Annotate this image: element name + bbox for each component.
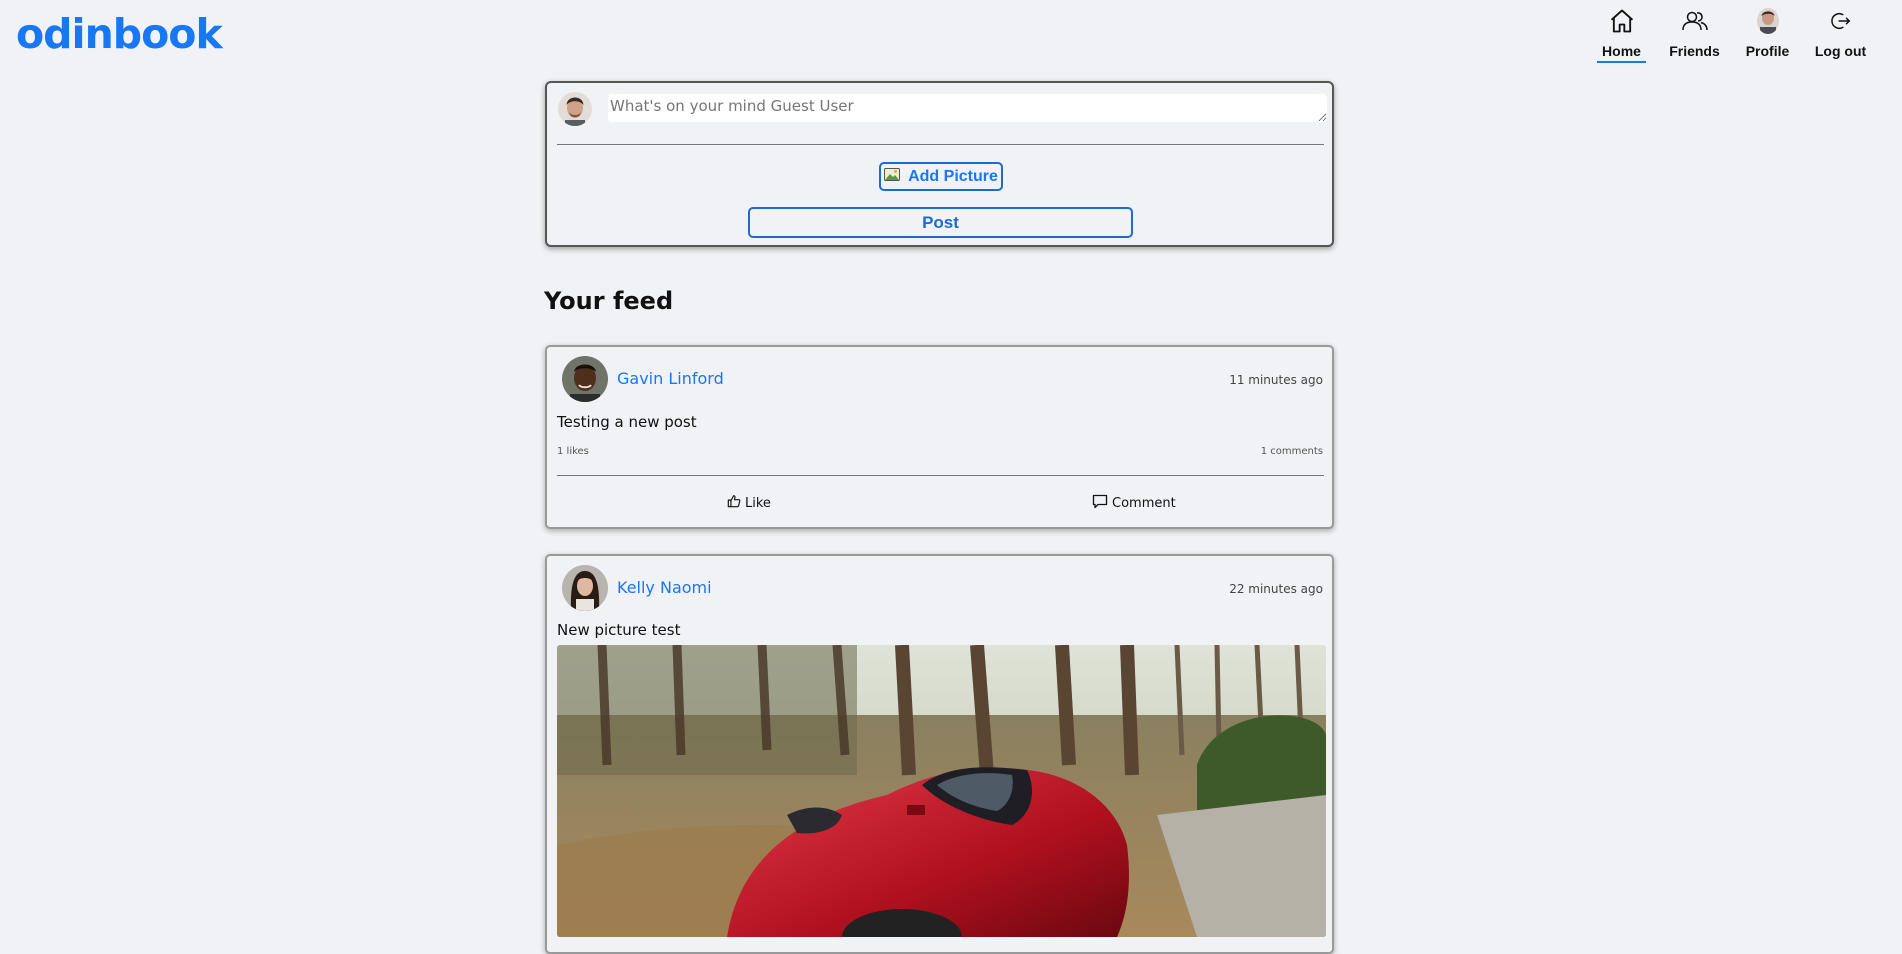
post-button[interactable]: Post — [748, 207, 1133, 238]
logout-icon — [1826, 6, 1856, 36]
nav-home-label: Home — [1597, 43, 1646, 63]
like-label: Like — [745, 495, 771, 511]
comment-button[interactable]: Comment — [1092, 494, 1176, 513]
post-text-input[interactable] — [608, 94, 1327, 122]
comment-label: Comment — [1112, 496, 1176, 511]
post-author-link[interactable]: Kelly Naomi — [617, 578, 712, 597]
post-text: Testing a new post — [557, 413, 697, 431]
post-text: New picture test — [557, 621, 681, 639]
nav-profile[interactable]: Profile — [1731, 6, 1804, 63]
composer-avatar — [558, 92, 592, 126]
nav-profile-label: Profile — [1745, 43, 1790, 59]
odinbook-logo[interactable]: odinbook — [16, 8, 223, 60]
friends-icon — [1680, 6, 1710, 36]
thumbs-up-icon — [727, 494, 741, 512]
composer-divider — [557, 144, 1324, 145]
nav-friends-label: Friends — [1669, 43, 1720, 59]
top-nav: Home Friends Profile Log out — [1585, 6, 1877, 63]
nav-logout[interactable]: Log out — [1804, 6, 1877, 63]
nav-friends[interactable]: Friends — [1658, 6, 1731, 63]
likes-count[interactable]: 1 likes — [557, 446, 589, 457]
home-icon — [1607, 6, 1637, 36]
nav-home[interactable]: Home — [1585, 6, 1658, 63]
author-avatar[interactable] — [562, 565, 608, 611]
image-icon — [884, 167, 901, 186]
post-divider — [557, 475, 1324, 476]
post-composer: Add Picture Post — [545, 81, 1334, 247]
post-image[interactable] — [557, 645, 1326, 937]
profile-avatar — [1753, 6, 1783, 36]
nav-logout-label: Log out — [1814, 43, 1867, 59]
add-picture-label: Add Picture — [908, 167, 998, 185]
comments-count[interactable]: 1 comments — [1261, 446, 1323, 457]
feed-title: Your feed — [544, 287, 674, 315]
post-author-link[interactable]: Gavin Linford — [617, 369, 724, 388]
like-button[interactable]: Like — [727, 494, 771, 512]
author-avatar[interactable] — [562, 356, 608, 402]
post-timestamp: 22 minutes ago — [1229, 582, 1323, 596]
comment-icon — [1092, 494, 1108, 513]
post-card: Kelly Naomi 22 minutes ago New picture t… — [545, 554, 1334, 954]
post-card: Gavin Linford 11 minutes ago Testing a n… — [545, 345, 1334, 529]
add-picture-button[interactable]: Add Picture — [879, 162, 1003, 191]
post-timestamp: 11 minutes ago — [1229, 373, 1323, 387]
